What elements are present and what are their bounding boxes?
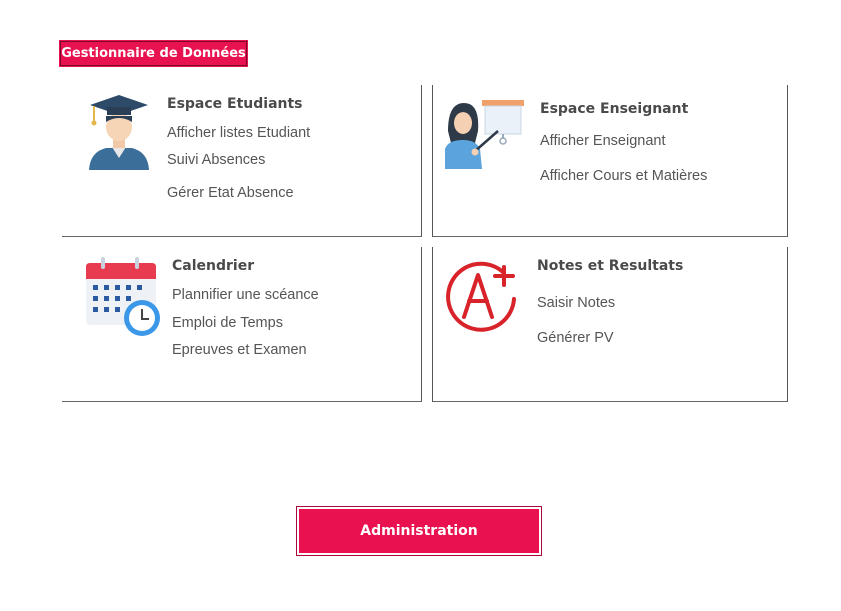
link-gerer-etat-absence[interactable]: Gérer Etat Absence: [167, 185, 294, 201]
card-heading: Calendrier: [172, 258, 255, 274]
link-generer-pv[interactable]: Générer PV: [537, 330, 614, 346]
calendar-icon: [86, 257, 160, 336]
card-heading: Espace Enseignant: [540, 101, 689, 117]
card-espace-etudiants: Espace Etudiants Afficher listes Etudian…: [62, 85, 422, 237]
card-heading: Notes et Resultats: [537, 258, 684, 274]
grade-a-plus-icon: [446, 261, 516, 332]
link-afficher-cours-matieres[interactable]: Afficher Cours et Matières: [540, 168, 707, 184]
link-emploi-de-temps[interactable]: Emploi de Temps: [172, 315, 283, 331]
card-heading: Espace Etudiants: [167, 96, 303, 112]
link-suivi-absences[interactable]: Suivi Absences: [167, 152, 265, 168]
card-calendrier: Calendrier Plannifier une scéance Emploi…: [62, 247, 422, 402]
link-saisir-notes[interactable]: Saisir Notes: [537, 295, 615, 311]
graduate-icon: [89, 95, 149, 170]
link-afficher-listes-etudiant[interactable]: Afficher listes Etudiant: [167, 125, 310, 141]
teacher-icon: [445, 100, 524, 169]
link-afficher-enseignant[interactable]: Afficher Enseignant: [540, 133, 665, 149]
app-title: Gestionnaire de Données: [59, 40, 248, 67]
card-notes-resultats: Notes et Resultats Saisir Notes Générer …: [432, 247, 788, 402]
card-espace-enseignant: Espace Enseignant Afficher Enseignant Af…: [432, 85, 788, 237]
administration-button[interactable]: Administration: [296, 506, 542, 556]
link-epreuves-examen[interactable]: Epreuves et Examen: [172, 342, 307, 358]
link-plannifier-seance[interactable]: Plannifier une scéance: [172, 287, 319, 303]
